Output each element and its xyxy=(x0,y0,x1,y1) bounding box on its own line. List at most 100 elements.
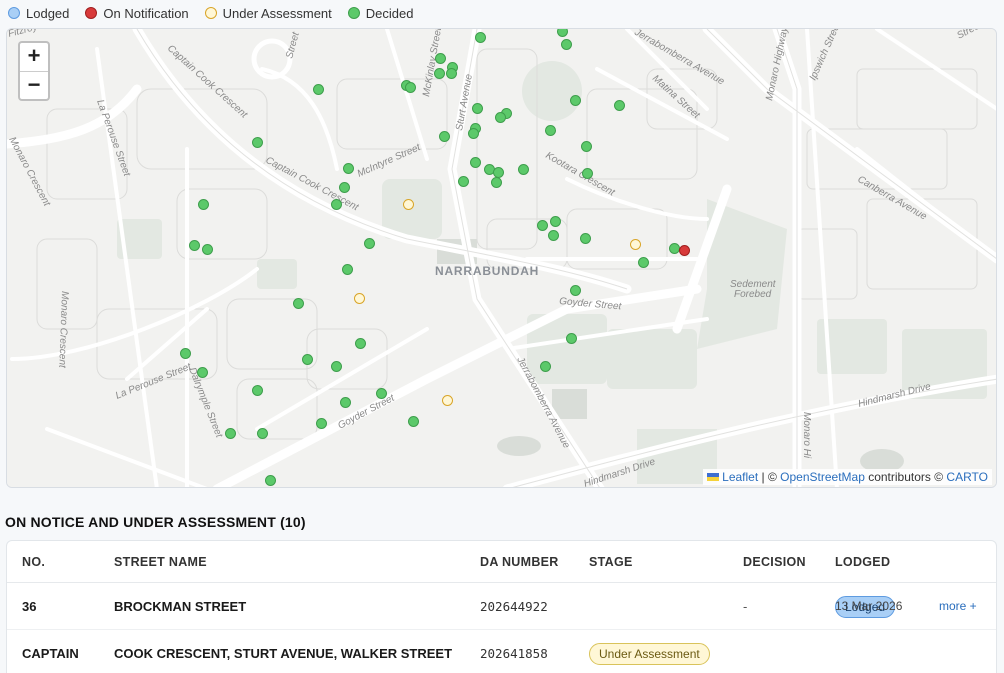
map-marker-decided[interactable] xyxy=(312,83,324,95)
header-stage[interactable]: STAGE xyxy=(589,555,633,569)
map-marker-decided[interactable] xyxy=(668,242,680,254)
map-marker-decided[interactable] xyxy=(536,219,548,231)
map-marker-under-assessment[interactable] xyxy=(441,394,453,406)
map-marker-decided[interactable] xyxy=(342,162,354,174)
map-marker-decided[interactable] xyxy=(569,94,581,106)
map-marker-decided[interactable] xyxy=(339,396,351,408)
map-marker-decided[interactable] xyxy=(201,243,213,255)
on-notification-dot-icon xyxy=(85,7,98,19)
map-marker-decided[interactable] xyxy=(560,38,572,50)
table-row[interactable]: 36 BROCKMAN STREET 202644922 Lodged - 13… xyxy=(7,583,996,630)
map-marker-decided[interactable] xyxy=(438,130,450,142)
legend-item-under-assessment: Under Assessment xyxy=(204,6,332,21)
map-marker-decided[interactable] xyxy=(330,360,342,372)
map-marker-decided[interactable] xyxy=(407,415,419,427)
map-marker-decided[interactable] xyxy=(581,167,593,179)
legend-label: Decided xyxy=(365,5,414,21)
map-marker-decided[interactable] xyxy=(196,366,208,378)
map-marker-decided[interactable] xyxy=(547,229,559,241)
zoom-control: + − xyxy=(18,41,50,101)
map-marker-decided[interactable] xyxy=(224,427,236,439)
lodged-dot-icon xyxy=(8,7,20,19)
map-marker-decided[interactable] xyxy=(469,156,481,168)
label-monaro-hwy-2: Monaro Hi xyxy=(801,412,812,459)
map-marker-decided[interactable] xyxy=(445,67,457,79)
table-header: NO. STREET NAME DA NUMBER STAGE DECISION… xyxy=(7,541,996,583)
map-marker-decided[interactable] xyxy=(197,198,209,210)
cell-da-number: 202644922 xyxy=(480,599,548,614)
map-marker-decided[interactable] xyxy=(341,263,353,275)
map-marker-under-assessment[interactable] xyxy=(402,198,414,210)
map-tiles: Captain Cook Crescent Captain Cook Cresc… xyxy=(7,29,996,487)
map-marker-under-assessment[interactable] xyxy=(353,292,365,304)
carto-link[interactable]: CARTO xyxy=(946,470,988,484)
map-marker-decided[interactable] xyxy=(251,136,263,148)
header-no[interactable]: NO. xyxy=(22,555,45,569)
map-marker-decided[interactable] xyxy=(490,176,502,188)
map-marker-decided[interactable] xyxy=(471,102,483,114)
map-marker-decided[interactable] xyxy=(556,29,568,37)
openstreetmap-link[interactable]: OpenStreetMap xyxy=(780,470,865,484)
decided-dot-icon xyxy=(347,7,360,19)
map-marker-decided[interactable] xyxy=(613,99,625,111)
label-forebed: Forebed xyxy=(734,289,772,300)
cell-decision: - xyxy=(743,599,748,614)
map-marker-decided[interactable] xyxy=(434,52,446,64)
map-marker-decided[interactable] xyxy=(354,337,366,349)
cell-no: CAPTAIN xyxy=(22,646,79,661)
map-marker-decided[interactable] xyxy=(404,81,416,93)
cell-da-number: 202641858 xyxy=(480,646,548,661)
map-marker-decided[interactable] xyxy=(579,232,591,244)
map-marker-decided[interactable] xyxy=(256,427,268,439)
map-marker-decided[interactable] xyxy=(569,284,581,296)
map-marker-decided[interactable] xyxy=(264,474,276,486)
map-marker-decided[interactable] xyxy=(580,140,592,152)
attribution-separator: | © xyxy=(758,470,781,484)
map-marker-decided[interactable] xyxy=(330,198,342,210)
map-marker-decided[interactable] xyxy=(188,239,200,251)
map-marker-decided[interactable] xyxy=(492,166,504,178)
map-marker-decided[interactable] xyxy=(375,387,387,399)
leaflet-link[interactable]: Leaflet xyxy=(722,470,758,484)
header-da-number[interactable]: DA NUMBER xyxy=(480,555,559,569)
zoom-in-button[interactable]: + xyxy=(20,43,48,71)
map-marker-decided[interactable] xyxy=(549,215,561,227)
map-marker-decided[interactable] xyxy=(363,237,375,249)
more-link[interactable]: more + xyxy=(939,599,977,613)
section-title: ON NOTICE AND UNDER ASSESSMENT (10) xyxy=(5,514,306,530)
map-marker-decided[interactable] xyxy=(315,417,327,429)
map-marker-decided[interactable] xyxy=(467,127,479,139)
map-marker-decided[interactable] xyxy=(539,360,551,372)
map-marker-decided[interactable] xyxy=(457,175,469,187)
map-marker-decided[interactable] xyxy=(494,111,506,123)
map[interactable]: Captain Cook Crescent Captain Cook Cresc… xyxy=(6,28,997,488)
header-decision[interactable]: DECISION xyxy=(743,555,806,569)
table-row[interactable]: CAPTAIN COOK CRESCENT, STURT AVENUE, WAL… xyxy=(7,630,996,673)
map-marker-decided[interactable] xyxy=(292,297,304,309)
map-marker-on-notification[interactable] xyxy=(678,244,690,256)
stage-badge: Under Assessment xyxy=(589,643,710,665)
map-legend: Lodged On Notification Under Assessment … xyxy=(8,5,429,21)
ukraine-flag-icon xyxy=(707,473,720,481)
header-lodged[interactable]: LODGED xyxy=(835,555,890,569)
map-marker-decided[interactable] xyxy=(301,353,313,365)
map-marker-decided[interactable] xyxy=(474,31,486,43)
cell-no: 36 xyxy=(22,599,37,614)
map-marker-decided[interactable] xyxy=(637,256,649,268)
legend-item-decided: Decided xyxy=(347,5,414,21)
attribution-contributors: contributors © xyxy=(864,470,947,484)
cell-street-name: BROCKMAN STREET xyxy=(114,599,247,614)
map-marker-decided[interactable] xyxy=(565,332,577,344)
map-marker-under-assessment[interactable] xyxy=(629,238,641,250)
zoom-out-button[interactable]: − xyxy=(20,71,48,99)
map-marker-decided[interactable] xyxy=(544,124,556,136)
map-marker-decided[interactable] xyxy=(517,163,529,175)
header-street-name[interactable]: STREET NAME xyxy=(114,555,207,569)
map-marker-decided[interactable] xyxy=(433,67,445,79)
cell-street-name: COOK CRESCENT, STURT AVENUE, WALKER STRE… xyxy=(114,646,453,661)
map-marker-decided[interactable] xyxy=(179,347,191,359)
map-marker-decided[interactable] xyxy=(251,384,263,396)
applications-table: NO. STREET NAME DA NUMBER STAGE DECISION… xyxy=(6,540,997,673)
map-marker-decided[interactable] xyxy=(338,181,350,193)
legend-item-lodged: Lodged xyxy=(8,6,69,21)
